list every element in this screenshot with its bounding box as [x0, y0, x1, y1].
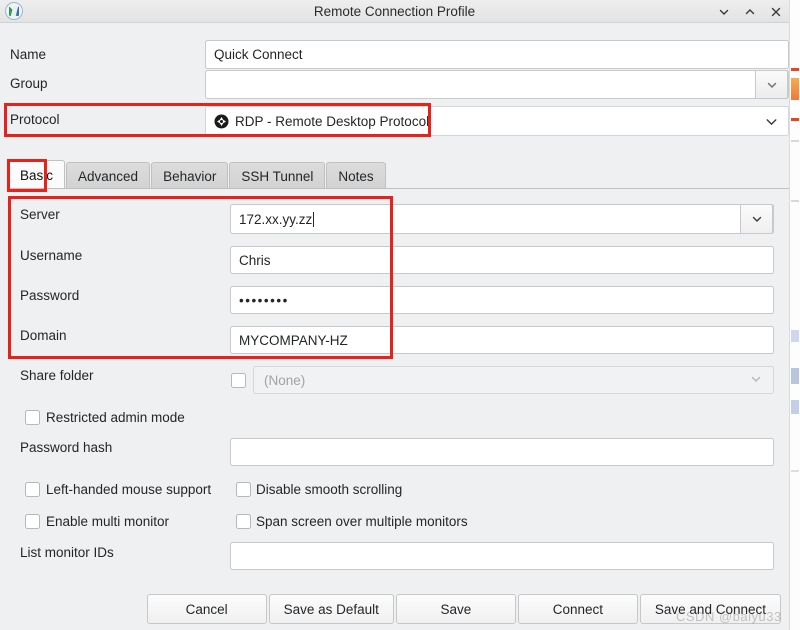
left-handed-mouse-checkbox[interactable] [25, 482, 40, 497]
domain-input[interactable]: MYCOMPANY-HZ [230, 326, 774, 354]
name-input-value: Quick Connect [214, 47, 303, 62]
connect-button-label: Connect [552, 601, 604, 617]
tab-advanced-label: Advanced [78, 168, 139, 184]
tab-ssh-tunnel[interactable]: SSH Tunnel [229, 162, 326, 189]
span-screen-label: Span screen over multiple monitors [256, 514, 468, 529]
background-window-sliver [789, 0, 800, 630]
protocol-combobox-value: RDP - Remote Desktop Protocol [235, 113, 430, 129]
server-combobox[interactable]: 172.xx.yy.zz [230, 204, 774, 234]
share-folder-dropdown-value: (None) [264, 372, 306, 388]
remote-connection-profile-dialog: Remote Connection Profile Name Quick Con… [0, 0, 800, 630]
username-label: Username [20, 248, 83, 263]
list-monitor-ids-label: List monitor IDs [20, 545, 114, 560]
save-button-label: Save [440, 601, 472, 617]
username-input[interactable]: Chris [230, 246, 774, 274]
left-handed-mouse-label: Left-handed mouse support [46, 482, 212, 497]
domain-input-value: MYCOMPANY-HZ [239, 332, 348, 348]
bg-stripe [791, 140, 799, 142]
group-combobox[interactable] [205, 70, 789, 99]
protocol-dropdown-arrow[interactable] [755, 106, 788, 136]
password-label: Password [20, 288, 80, 303]
share-folder-dropdown-arrow [749, 372, 763, 386]
tab-notes[interactable]: Notes [326, 162, 386, 189]
list-monitor-ids-input[interactable] [230, 542, 774, 570]
server-input-value: 172.xx.yy.zz [239, 211, 313, 227]
dialog-button-row: Cancel Save as Default Save Connect Save… [0, 588, 789, 630]
password-input[interactable]: •••••••• [230, 286, 774, 314]
password-hash-input[interactable] [230, 438, 774, 466]
span-screen-checkbox[interactable] [236, 514, 251, 529]
bg-stripe [791, 68, 799, 71]
tab-behavior[interactable]: Behavior [151, 162, 229, 189]
bg-stripe [791, 470, 799, 472]
window-controls [717, 0, 783, 23]
tab-behavior-label: Behavior [163, 168, 217, 184]
close-button[interactable] [769, 5, 783, 19]
username-input-value: Chris [239, 252, 271, 268]
disable-smooth-scrolling-checkbox[interactable] [236, 482, 251, 497]
bg-stripe [791, 330, 799, 342]
bg-stripe [791, 78, 799, 100]
maximize-button[interactable] [743, 5, 757, 19]
cancel-button-label: Cancel [185, 601, 228, 617]
name-label: Name [10, 47, 47, 62]
password-input-value: •••••••• [239, 292, 289, 308]
connect-button[interactable]: Connect [517, 594, 638, 624]
save-as-default-button-label: Save as Default [283, 601, 379, 617]
save-as-default-button[interactable]: Save as Default [268, 594, 394, 624]
name-input[interactable]: Quick Connect [205, 40, 789, 69]
window-title: Remote Connection Profile [313, 3, 476, 19]
settings-tabs: Basic Advanced Behavior SSH Tunnel Notes [8, 160, 789, 189]
group-dropdown-arrow[interactable] [755, 70, 788, 99]
enable-multi-monitor-checkbox[interactable] [25, 514, 40, 529]
enable-multi-monitor-label: Enable multi monitor [46, 514, 170, 529]
restricted-admin-mode-checkbox[interactable] [25, 410, 40, 425]
share-folder-checkbox[interactable] [231, 373, 246, 388]
domain-label: Domain [20, 328, 67, 343]
cancel-button[interactable]: Cancel [146, 594, 267, 624]
server-label: Server [20, 207, 60, 222]
group-label: Group [10, 76, 48, 91]
minimize-button[interactable] [717, 5, 731, 19]
server-dropdown-arrow[interactable] [740, 204, 773, 234]
bg-stripe [791, 118, 799, 121]
tab-notes-label: Notes [338, 168, 374, 184]
window-titlebar[interactable]: Remote Connection Profile [0, 0, 789, 23]
share-folder-label: Share folder [20, 368, 94, 383]
bg-stripe [791, 400, 799, 414]
tab-basic-label: Basic [20, 167, 54, 183]
disable-smooth-scrolling-label: Disable smooth scrolling [256, 482, 403, 497]
restricted-admin-mode-label: Restricted admin mode [46, 410, 185, 425]
save-and-connect-button-label: Save and Connect [654, 601, 766, 617]
bg-stripe [791, 200, 799, 202]
save-button[interactable]: Save [395, 594, 516, 624]
password-hash-label: Password hash [20, 440, 113, 455]
tab-ssh-tunnel-label: SSH Tunnel [241, 168, 314, 184]
tab-advanced[interactable]: Advanced [66, 162, 151, 189]
bg-stripe [791, 368, 799, 384]
tab-basic[interactable]: Basic [8, 160, 66, 189]
protocol-combobox[interactable]: RDP - Remote Desktop Protocol [205, 106, 789, 136]
rdp-protocol-icon [214, 114, 229, 129]
share-folder-dropdown: (None) [253, 366, 774, 394]
text-caret [313, 211, 315, 227]
save-and-connect-button[interactable]: Save and Connect [639, 594, 781, 624]
protocol-label: Protocol [10, 112, 60, 127]
